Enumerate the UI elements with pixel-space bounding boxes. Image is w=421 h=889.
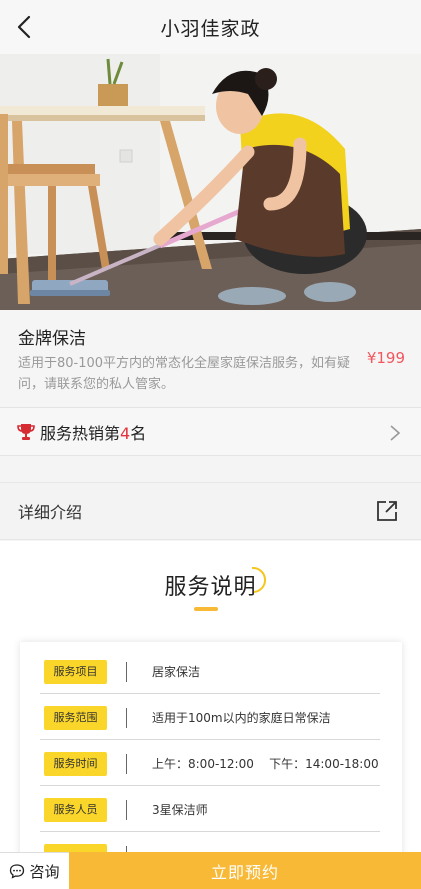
chevron-left-icon[interactable] — [12, 14, 38, 40]
top-nav-bar: 小羽佳家政 — [0, 0, 421, 54]
service-row: 服务人员 3星保洁师 — [40, 786, 380, 832]
divider — [126, 708, 127, 728]
product-price: ¥199 — [366, 349, 405, 367]
service-value: 适用于100m以内的家庭日常保洁 — [152, 711, 331, 725]
sales-ranking-row[interactable]: 服务热销第4名 — [0, 407, 421, 456]
product-description: 适用于80-100平方内的常态化全屋家庭保洁服务，如有疑问，请联系您的私人管家。 — [18, 356, 351, 392]
ranking-number: 4 — [120, 423, 131, 443]
service-tag: 服务人员 — [44, 798, 107, 822]
service-hero-image — [0, 54, 421, 310]
title-underline — [194, 607, 218, 611]
service-value: 3星保洁师 — [152, 803, 208, 817]
chat-bubble-icon — [10, 864, 25, 879]
ranking-prefix: 服务热销第 — [40, 423, 121, 443]
ranking-label: 服务热销第4名 — [40, 420, 146, 444]
divider — [126, 754, 127, 774]
service-tag: 服务时间 — [44, 752, 107, 776]
service-row: 服务项目 居家保洁 — [40, 648, 380, 694]
divider — [126, 800, 127, 820]
product-info: 金牌保洁 适用于80-100平方内的常态化全屋家庭保洁服务，如有疑问，请联系您的… — [0, 310, 421, 406]
page-title: 小羽佳家政 — [160, 17, 261, 40]
share-icon[interactable] — [375, 499, 399, 523]
chevron-right-icon — [390, 425, 401, 441]
service-value: 居家保洁 — [152, 665, 201, 679]
service-tag: 服务项目 — [44, 660, 107, 684]
service-row: 服务时间 上午：8:00-12:00 下午：14:00-18:00 — [40, 740, 380, 786]
detail-intro-header: 详细介绍 — [0, 482, 421, 540]
consult-label: 咨询 — [29, 862, 60, 881]
book-now-button[interactable]: 立即预约 — [69, 852, 421, 889]
product-name: 金牌保洁 — [18, 329, 86, 349]
detail-intro-label: 详细介绍 — [18, 503, 83, 522]
book-now-label: 立即预约 — [210, 862, 279, 882]
trophy-icon — [17, 423, 35, 440]
service-detail-page: 小羽佳家政 金牌保洁 适用于80-100平方内的常态化全屋家庭保洁服务，如有疑问… — [0, 0, 421, 889]
cleaning-photo — [0, 54, 421, 310]
consult-button[interactable]: 咨询 — [0, 852, 69, 889]
service-description-section: 服务说明 服务项目 居家保洁 服务范围 适用于100m以内的家庭日常保洁 服务时… — [0, 541, 421, 889]
service-title: 服务说明 — [164, 575, 257, 600]
title-decoration-arc — [251, 566, 266, 593]
service-row: 服务范围 适用于100m以内的家庭日常保洁 — [40, 694, 380, 740]
service-value: 上午：8:00-12:00 下午：14:00-18:00 — [152, 757, 379, 771]
service-tag: 服务范围 — [44, 706, 107, 730]
bottom-action-bar: 咨询 立即预约 — [0, 852, 421, 889]
ranking-suffix: 名 — [130, 423, 147, 443]
divider — [126, 662, 127, 682]
